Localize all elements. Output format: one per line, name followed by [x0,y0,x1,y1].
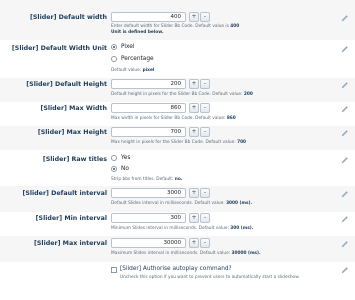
decrement-button[interactable]: - [200,188,210,198]
increment-button[interactable]: + [189,12,199,22]
setting-raw-titles: [Slider] Raw titles Yes No Strip bbs fro… [0,150,355,186]
pencil-edit-icon[interactable] [340,129,349,138]
pencil-edit-icon[interactable] [340,45,349,54]
increment-button[interactable]: + [189,188,199,198]
setting-label: [Slider] Max Height [37,129,107,136]
radio-yes-circle[interactable] [111,155,117,161]
setting-max-width: [Slider] Max Width 860 + - Max width in … [0,102,355,126]
max-height-input[interactable]: 700 [111,127,186,137]
setting-label: [Slider] Max Width [40,105,107,112]
decrement-button[interactable]: - [200,103,210,113]
max-width-input[interactable]: 860 [111,103,186,113]
min-interval-stepper[interactable]: 300 + - [111,213,210,223]
radio-label: No [121,166,129,172]
setting-hint: Default Slides interval in milliseconds.… [111,201,253,206]
radio-yes[interactable]: Yes [111,155,130,161]
setting-label: [Slider] Default interval [22,190,107,197]
pencil-edit-icon[interactable] [340,240,349,249]
setting-default-width-unit: [Slider] Default Width Unit Pixel Percen… [0,40,355,78]
setting-hint: Default value: pixel [111,68,155,73]
radio-pixel[interactable]: Pixel [111,44,134,50]
autoplay-label[interactable]: [Slider] Authorise autoplay command? [120,266,232,272]
radio-percentage-circle[interactable] [111,56,117,62]
pencil-edit-icon[interactable] [340,266,349,275]
max-width-stepper[interactable]: 860 + - [111,103,210,113]
default-width-stepper[interactable]: 400 + - [111,12,210,22]
setting-min-interval: [Slider] Min interval 300 + - Minimum Sl… [0,212,355,236]
radio-label: Yes [121,155,131,161]
setting-max-height: [Slider] Max Height 700 + - Max height i… [0,126,355,150]
decrement-button[interactable]: - [200,213,210,223]
decrement-button[interactable]: - [200,238,210,248]
setting-hint: Strip bbs from titles. Default: no. [111,177,183,182]
setting-hint: Maximum Slides interval in milliseconds.… [111,251,261,256]
default-height-stepper[interactable]: 200 + - [111,79,210,89]
setting-autoplay: [Slider] Authorise autoplay command? Unc… [0,262,355,300]
setting-default-height: [Slider] Default Height 200 + - Default … [0,78,355,102]
decrement-button[interactable]: - [200,12,210,22]
pencil-edit-icon[interactable] [340,156,349,165]
setting-hint: Minimum Slides interval in milliseconds.… [111,226,254,231]
setting-label: [Slider] Min interval [35,215,107,222]
setting-hint: Default height in pixels for the Slider … [111,92,253,97]
increment-button[interactable]: + [189,127,199,137]
setting-label: [Slider] Default Height [26,81,107,88]
units-note: Unit is defined below. [111,30,164,35]
default-width-input[interactable]: 400 [111,12,186,22]
setting-label: [Slider] Max interval [34,240,107,247]
setting-label: [Slider] Raw titles [42,156,107,163]
setting-hint: Max width in pixels for Slider Bb Code. … [111,116,236,121]
radio-percentage[interactable]: Percentage [111,56,154,62]
increment-button[interactable]: + [189,238,199,248]
setting-max-interval: [Slider] Max interval 30000 + - Maximum … [0,236,355,262]
default-interval-stepper[interactable]: 3000 + - [111,188,210,198]
default-height-input[interactable]: 200 [111,79,186,89]
setting-hint: Max height in pixels for the Slider Bb C… [111,140,247,145]
setting-label: [Slider] Default width [30,14,107,21]
setting-default-interval: [Slider] Default interval 3000 + - Defau… [0,186,355,212]
decrement-button[interactable]: - [200,127,210,137]
pencil-edit-icon[interactable] [340,81,349,90]
pencil-edit-icon[interactable] [340,14,349,23]
max-height-stepper[interactable]: 700 + - [111,127,210,137]
max-interval-stepper[interactable]: 30000 + - [111,238,210,248]
setting-default-width: [Slider] Default width 400 + - Enter def… [0,0,355,40]
radio-label: Percentage [121,56,154,62]
pencil-edit-icon[interactable] [340,105,349,114]
radio-no-circle[interactable] [111,166,117,172]
max-interval-input[interactable]: 30000 [111,238,186,248]
min-interval-input[interactable]: 300 [111,213,186,223]
increment-button[interactable]: + [189,103,199,113]
setting-label: [Slider] Default Width Unit [11,45,107,52]
pencil-edit-icon[interactable] [340,190,349,199]
pencil-edit-icon[interactable] [340,215,349,224]
decrement-button[interactable]: - [200,79,210,89]
radio-no[interactable]: No [111,166,129,172]
increment-button[interactable]: + [189,79,199,89]
increment-button[interactable]: + [189,213,199,223]
autoplay-checkbox[interactable] [111,267,117,273]
setting-hint: Uncheck this option if you want to preve… [120,275,300,280]
default-interval-input[interactable]: 3000 [111,188,186,198]
radio-label: Pixel [121,44,135,50]
radio-pixel-circle[interactable] [111,44,117,50]
